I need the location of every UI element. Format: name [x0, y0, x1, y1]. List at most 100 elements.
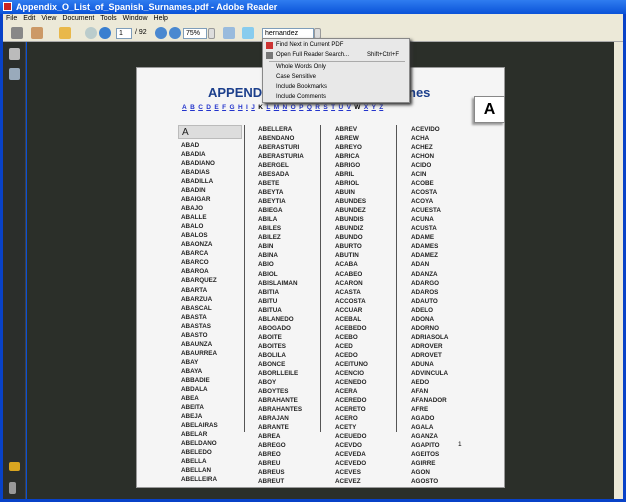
previous-page-icon[interactable] — [85, 27, 97, 39]
zoom-in-icon[interactable] — [169, 27, 181, 39]
letter-link-f[interactable]: F — [222, 104, 226, 111]
surname-item: ABASCAL — [181, 304, 212, 312]
zoom-dropdown-icon[interactable] — [208, 28, 215, 39]
surname-item: ABEA — [181, 394, 199, 402]
menu-item-include-comments[interactable]: Include Comments — [276, 94, 326, 100]
pdf-icon — [266, 42, 273, 49]
menu-item-find-next[interactable]: Find Next in Current PDF — [276, 42, 343, 48]
bookmarks-icon[interactable] — [9, 68, 20, 80]
surname-item: ABREO — [258, 451, 281, 459]
surname-item: ACEVEDO — [335, 460, 367, 468]
menu-item-whole-words[interactable]: Whole Words Only — [276, 64, 326, 70]
surname-item: ADAMES — [411, 243, 439, 251]
menu-edit[interactable]: Edit — [23, 15, 35, 22]
letter-link-z[interactable]: Z — [379, 104, 383, 111]
letter-link-n[interactable]: N — [283, 104, 288, 111]
letter-link-t[interactable]: T — [331, 104, 335, 111]
surname-item: ABADIN — [181, 187, 206, 195]
letter-link-h[interactable]: H — [238, 104, 243, 111]
menu-window[interactable]: Window — [123, 15, 148, 22]
surname-item: ACABA — [335, 261, 358, 269]
surname-item: ADRIASOLA — [411, 333, 449, 341]
letter-link-a[interactable]: A — [182, 104, 187, 111]
surname-item: ABAROA — [181, 268, 209, 276]
surname-item: ACCOSTA — [335, 297, 366, 305]
letter-link-s[interactable]: S — [323, 104, 327, 111]
surname-item: ABINA — [258, 252, 278, 260]
surname-item: ABAYA — [181, 367, 203, 375]
surname-item: ACABEO — [335, 270, 363, 278]
menu-help[interactable]: Help — [154, 15, 168, 22]
next-page-icon[interactable] — [99, 27, 111, 39]
surname-item: ABERGEL — [258, 162, 289, 170]
surname-item: ABURTO — [335, 243, 362, 251]
surname-item: ACETY — [335, 424, 357, 432]
surname-item: ABASTA — [181, 313, 207, 321]
surname-item: ABREYO — [335, 144, 362, 152]
surname-item: ABALOS — [181, 232, 208, 240]
letter-link-k[interactable]: K — [258, 104, 263, 111]
letter-link-v[interactable]: V — [347, 104, 351, 111]
menu-file[interactable]: File — [6, 15, 17, 22]
surname-item: ABUNDES — [335, 198, 367, 206]
menu-view[interactable]: View — [41, 15, 56, 22]
page-number-input[interactable] — [116, 28, 132, 39]
menu-item-case-sensitive[interactable]: Case Sensitive — [276, 74, 316, 80]
pages-icon[interactable] — [9, 48, 20, 60]
surname-item: ADROVER — [411, 342, 443, 350]
surname-item: ABREU — [258, 460, 281, 468]
menu-item-open-full-search[interactable]: Open Full Reader Search... — [276, 52, 349, 58]
letter-link-g[interactable]: G — [229, 104, 234, 111]
surname-item: ACENCIO — [335, 369, 365, 377]
letter-link-m[interactable]: M — [274, 104, 279, 111]
letter-link-o[interactable]: O — [291, 104, 296, 111]
letter-link-b[interactable]: B — [190, 104, 195, 111]
surname-item: ABELEDO — [181, 449, 212, 457]
surname-item: ACUNA — [411, 216, 434, 224]
surname-item: ABARTA — [181, 286, 208, 294]
fit-width-icon[interactable] — [223, 27, 235, 39]
surname-item: ADROVET — [411, 351, 442, 359]
title-bar: Appendix_O_List_of_Spanish_Surnames.pdf … — [0, 0, 626, 14]
letter-link-w[interactable]: W — [354, 104, 360, 111]
zoom-input[interactable] — [183, 28, 207, 39]
surname-item: ABASTO — [181, 331, 208, 339]
letter-link-l[interactable]: L — [266, 104, 270, 111]
surname-item: ABALO — [181, 223, 204, 231]
email-icon[interactable] — [31, 27, 43, 39]
letter-link-r[interactable]: R — [315, 104, 320, 111]
menu-tools[interactable]: Tools — [100, 15, 116, 22]
surname-column: ABELLERA ABENDANO ABERASTURI ABERASTURIA ABE… — [258, 125, 304, 486]
letter-link-q[interactable]: Q — [307, 104, 312, 111]
surname-item: ABILEZ — [258, 234, 281, 242]
navigation-panel — [3, 42, 26, 499]
surname-item: ACEVIDO — [411, 126, 440, 133]
surname-item: ADARGO — [411, 279, 439, 287]
surname-item: ADORNO — [411, 324, 439, 332]
vertical-scrollbar[interactable] — [614, 42, 623, 499]
surname-item: ABRAJAN — [258, 415, 289, 422]
surname-item: ABEYTA — [258, 189, 284, 197]
print-icon[interactable] — [11, 27, 23, 39]
letter-link-y[interactable]: Y — [372, 104, 376, 111]
letter-link-u[interactable]: U — [338, 104, 343, 111]
full-screen-icon[interactable] — [242, 27, 254, 39]
letter-link-x[interactable]: X — [364, 104, 368, 111]
attachments-icon[interactable] — [9, 482, 16, 494]
column-divider — [320, 125, 321, 432]
letter-link-e[interactable]: E — [214, 104, 218, 111]
letter-link-j[interactable]: J — [251, 104, 255, 111]
menu-item-include-bookmarks[interactable]: Include Bookmarks — [276, 84, 327, 90]
zoom-out-icon[interactable] — [155, 27, 167, 39]
surname-item: ABLANEDO — [258, 315, 294, 323]
comments-icon[interactable] — [9, 462, 20, 471]
sign-icon[interactable] — [59, 27, 71, 39]
menu-document[interactable]: Document — [62, 15, 94, 22]
letter-link-c[interactable]: C — [198, 104, 203, 111]
surname-item: ACOSTA — [411, 189, 438, 197]
surname-item: ABEJA — [181, 412, 203, 420]
letter-link-d[interactable]: D — [206, 104, 211, 111]
letter-link-i[interactable]: I — [246, 104, 248, 111]
letter-link-p[interactable]: P — [299, 104, 303, 111]
surname-item: ACHA — [411, 135, 430, 143]
